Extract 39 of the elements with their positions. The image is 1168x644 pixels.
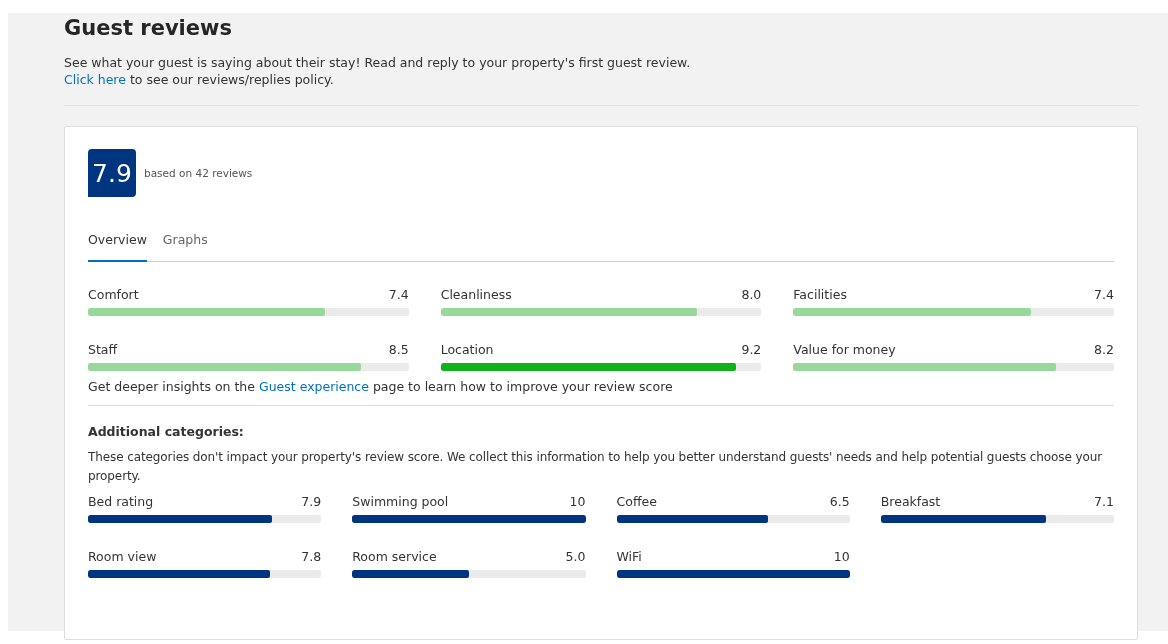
category-name: Comfort <box>88 287 139 303</box>
category-score: 5.0 <box>565 549 586 565</box>
category-name: Bed rating <box>88 494 154 510</box>
page-title: Guest reviews <box>64 15 233 42</box>
tab[interactable]: Graphs <box>162 225 208 261</box>
category-score: 8.0 <box>741 287 762 303</box>
guest-experience-link[interactable]: Guest experience <box>258 379 369 394</box>
score-caption: based on 42 reviews <box>144 167 253 179</box>
category-name: Room view <box>88 549 157 565</box>
section-description: These categories don't impact your property's review score. We collect this information to help you better understand guests' needs and help potential guests choose your property. <box>88 449 1104 485</box>
category-name: Swimming pool <box>352 494 449 510</box>
category-score: 7.4 <box>1094 287 1114 303</box>
category-score: 7.8 <box>301 549 322 565</box>
policy-text: to see our reviews/replies policy. <box>128 72 334 87</box>
policy-link[interactable]: Click here <box>64 72 126 87</box>
category-name: Breakfast <box>880 494 941 510</box>
intro-text: See what your guest is saying about their stay! Read and reply to your property's first guest review. <box>64 54 692 71</box>
tab[interactable]: Overview <box>88 225 147 262</box>
category-score: 7.4 <box>388 287 409 303</box>
category-name: Room service <box>352 549 437 565</box>
category-score: 7.1 <box>1094 494 1114 510</box>
category-score: 10 <box>833 549 850 565</box>
category-score: 10 <box>569 494 586 510</box>
section-heading: Additional categories: <box>88 424 245 439</box>
category-name: Facilities <box>793 287 847 303</box>
category-score: 6.5 <box>829 494 850 510</box>
category-score: 8.2 <box>1094 342 1114 358</box>
category-score: 8.5 <box>388 342 409 358</box>
category-score: 7.9 <box>301 494 322 510</box>
category-name: Cleanliness <box>440 287 512 303</box>
category-name: Value for money <box>793 342 896 358</box>
insights-text: Get deeper insights on the <box>88 379 256 394</box>
insights-text: page to learn how to improve your review score <box>371 379 673 394</box>
category-name: Staff <box>88 342 118 358</box>
category-score: 9.2 <box>741 342 762 358</box>
category-name: Location <box>440 342 494 358</box>
category-name: WiFi <box>616 549 642 565</box>
category-name: Coffee <box>616 494 657 510</box>
score-badge: 7.9 <box>88 149 136 197</box>
